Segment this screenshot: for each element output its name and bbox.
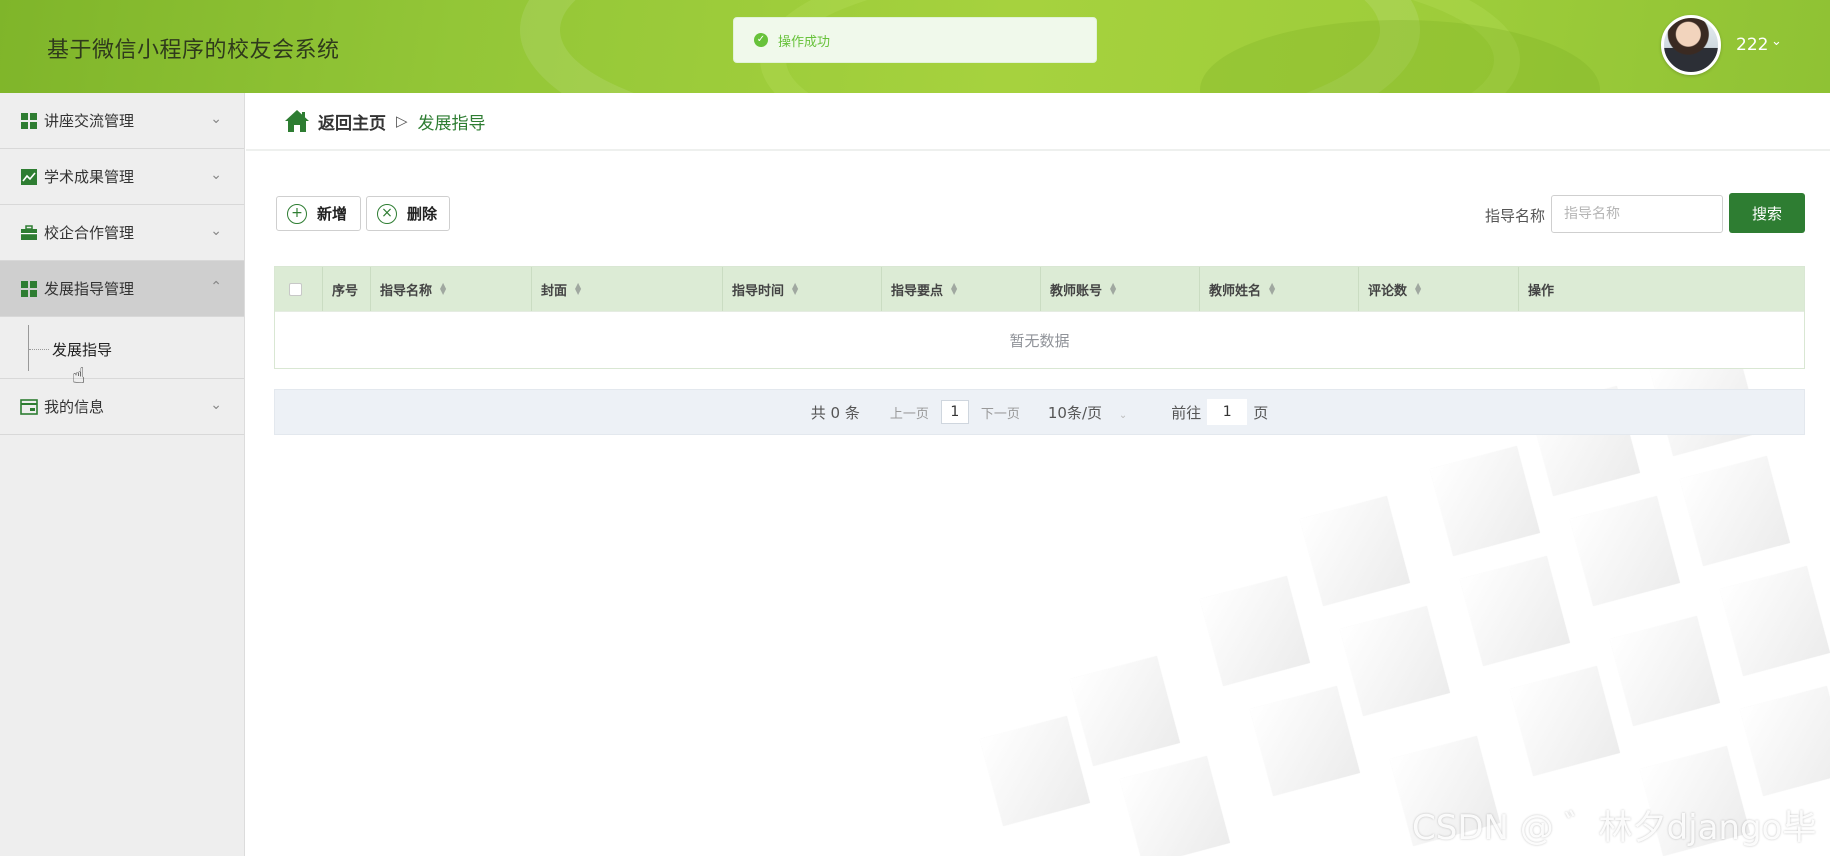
chevron-down-icon: ⌄ <box>210 111 222 127</box>
success-toast: ✓ 操作成功 <box>733 17 1097 63</box>
sidebar-item-cooperation[interactable]: 校企合作管理 ⌄ <box>0 205 244 261</box>
tree-line <box>29 349 49 350</box>
breadcrumb: 返回主页 ▷ 发展指导 <box>246 93 1830 151</box>
sort-icon[interactable]: ▲ ▼ <box>575 282 581 296</box>
goto-label: 前往 <box>1171 403 1202 422</box>
column-header: 序号 <box>323 267 371 311</box>
search-input[interactable] <box>1551 195 1723 233</box>
next-page-button[interactable]: 下一页 <box>981 403 1020 422</box>
briefcase-icon <box>20 224 38 242</box>
add-button[interactable]: + 新增 <box>276 196 361 231</box>
page-number-current[interactable]: 1 <box>940 400 969 424</box>
chevron-down-icon: ⌄ <box>1118 409 1128 421</box>
add-button-label: 新增 <box>317 205 348 223</box>
table-header: 序号 指导名称 ▲ ▼ 封面 ▲ ▼ 指导时间 ▲ ▼ 指导要点 ▲ ▼ 教师账号 ▲ ▼ <box>275 267 1804 311</box>
toast-message: 操作成功 <box>778 34 831 50</box>
breadcrumb-home[interactable]: 返回主页 <box>318 109 386 134</box>
card-icon <box>20 398 38 416</box>
avatar[interactable] <box>1661 15 1721 75</box>
sort-icon[interactable]: ▲ ▼ <box>1415 282 1421 296</box>
pagination: 共 0 条 上一页 1 下一页 10条/页 ⌄ 前往 1 页 <box>274 389 1805 435</box>
home-icon[interactable] <box>284 109 310 133</box>
watermark: CSDN @ ゛林夕django毕设 <box>1412 808 1817 848</box>
column-header-sortable[interactable]: 指导时间 ▲ ▼ <box>723 267 882 311</box>
chevron-up-icon: ⌃ <box>210 279 222 295</box>
hand-cursor-icon: ☝ <box>72 364 86 389</box>
submenu-development: 发展指导 <box>0 317 244 379</box>
column-header-sortable[interactable]: 封面 ▲ ▼ <box>532 267 723 311</box>
column-header-sortable[interactable]: 教师姓名 ▲ ▼ <box>1200 267 1359 311</box>
delete-button-label: 删除 <box>407 205 438 223</box>
sidebar-item-academic[interactable]: 学术成果管理 ⌄ <box>0 149 244 205</box>
sidebar-item-development[interactable]: 发展指导管理 ⌃ <box>0 261 244 317</box>
column-header-sortable[interactable]: 指导名称 ▲ ▼ <box>371 267 532 311</box>
chevron-down-icon: ⌄ <box>210 167 222 183</box>
sidebar-item-label: 校企合作管理 <box>44 224 135 242</box>
top-header: 基于微信小程序的校友会系统 ✓ 操作成功 222 ⌄ <box>0 0 1830 93</box>
column-header-sortable[interactable]: 指导要点 ▲ ▼ <box>882 267 1041 311</box>
breadcrumb-current: 发展指导 <box>417 113 486 134</box>
grid-icon <box>20 280 38 298</box>
sidebar-item-lecture[interactable]: 讲座交流管理 ⌄ <box>0 93 244 149</box>
goto-page-input[interactable]: 1 <box>1207 399 1248 425</box>
chevron-down-icon: ⌄ <box>210 397 222 413</box>
breadcrumb-separator: ▷ <box>396 112 408 130</box>
column-header-sortable[interactable]: 教师账号 ▲ ▼ <box>1041 267 1200 311</box>
app-title: 基于微信小程序的校友会系统 <box>47 38 340 63</box>
page-size-value: 10条/页 <box>1047 403 1103 422</box>
sidebar-item-label: 讲座交流管理 <box>44 112 135 130</box>
sidebar-item-my-info[interactable]: 我的信息 ⌄ <box>0 379 244 435</box>
data-table: 序号 指导名称 ▲ ▼ 封面 ▲ ▼ 指导时间 ▲ ▼ 指导要点 ▲ ▼ 教师账号 ▲ ▼ <box>274 266 1805 369</box>
search-label: 指导名称 <box>1485 207 1546 225</box>
sort-icon[interactable]: ▲ ▼ <box>792 282 798 296</box>
prev-page-button[interactable]: 上一页 <box>890 403 929 422</box>
sidebar-subitem-development-guide[interactable]: 发展指导 <box>52 339 112 360</box>
sort-icon[interactable]: ▲ ▼ <box>1110 282 1116 296</box>
empty-state: 暂无数据 <box>275 311 1804 368</box>
tree-line <box>28 325 29 371</box>
plus-circle-icon: + <box>287 203 307 224</box>
sidebar: 讲座交流管理 ⌄ 学术成果管理 ⌄ 校企合作管理 ⌄ 发展指导管理 ⌃ 发展指导… <box>0 93 245 856</box>
sidebar-item-label: 我的信息 <box>44 398 105 416</box>
select-all-cell <box>275 267 323 311</box>
sidebar-item-label: 学术成果管理 <box>44 168 135 186</box>
check-circle-icon: ✓ <box>754 33 768 47</box>
search-button[interactable]: 搜索 <box>1729 193 1805 233</box>
sidebar-item-label: 发展指导管理 <box>44 280 135 298</box>
chevron-down-icon[interactable]: ⌄ <box>1771 34 1782 49</box>
goto-suffix: 页 <box>1253 403 1269 422</box>
sort-icon[interactable]: ▲ ▼ <box>440 282 446 296</box>
grid-icon <box>20 112 38 130</box>
user-name[interactable]: 222 <box>1736 35 1768 55</box>
pagination-total: 共 0 条 <box>810 403 860 422</box>
sort-icon[interactable]: ▲ ▼ <box>951 282 957 296</box>
close-circle-icon: × <box>377 203 397 224</box>
column-header: 操作 <box>1528 283 1555 299</box>
chart-icon <box>20 168 38 186</box>
select-all-checkbox[interactable] <box>289 282 302 296</box>
sort-icon[interactable]: ▲ ▼ <box>1269 282 1275 296</box>
main-content: 返回主页 ▷ 发展指导 + 新增 × 删除 指导名称 搜索 序号 指导名称 ▲▼… <box>246 93 1830 856</box>
delete-button[interactable]: × 删除 <box>366 196 450 231</box>
column-header-sortable[interactable]: 评论数 ▲ ▼ <box>1359 267 1519 311</box>
chevron-down-icon: ⌄ <box>210 223 222 239</box>
page-size-select[interactable]: 10条/页 ⌄ <box>1048 402 1127 423</box>
